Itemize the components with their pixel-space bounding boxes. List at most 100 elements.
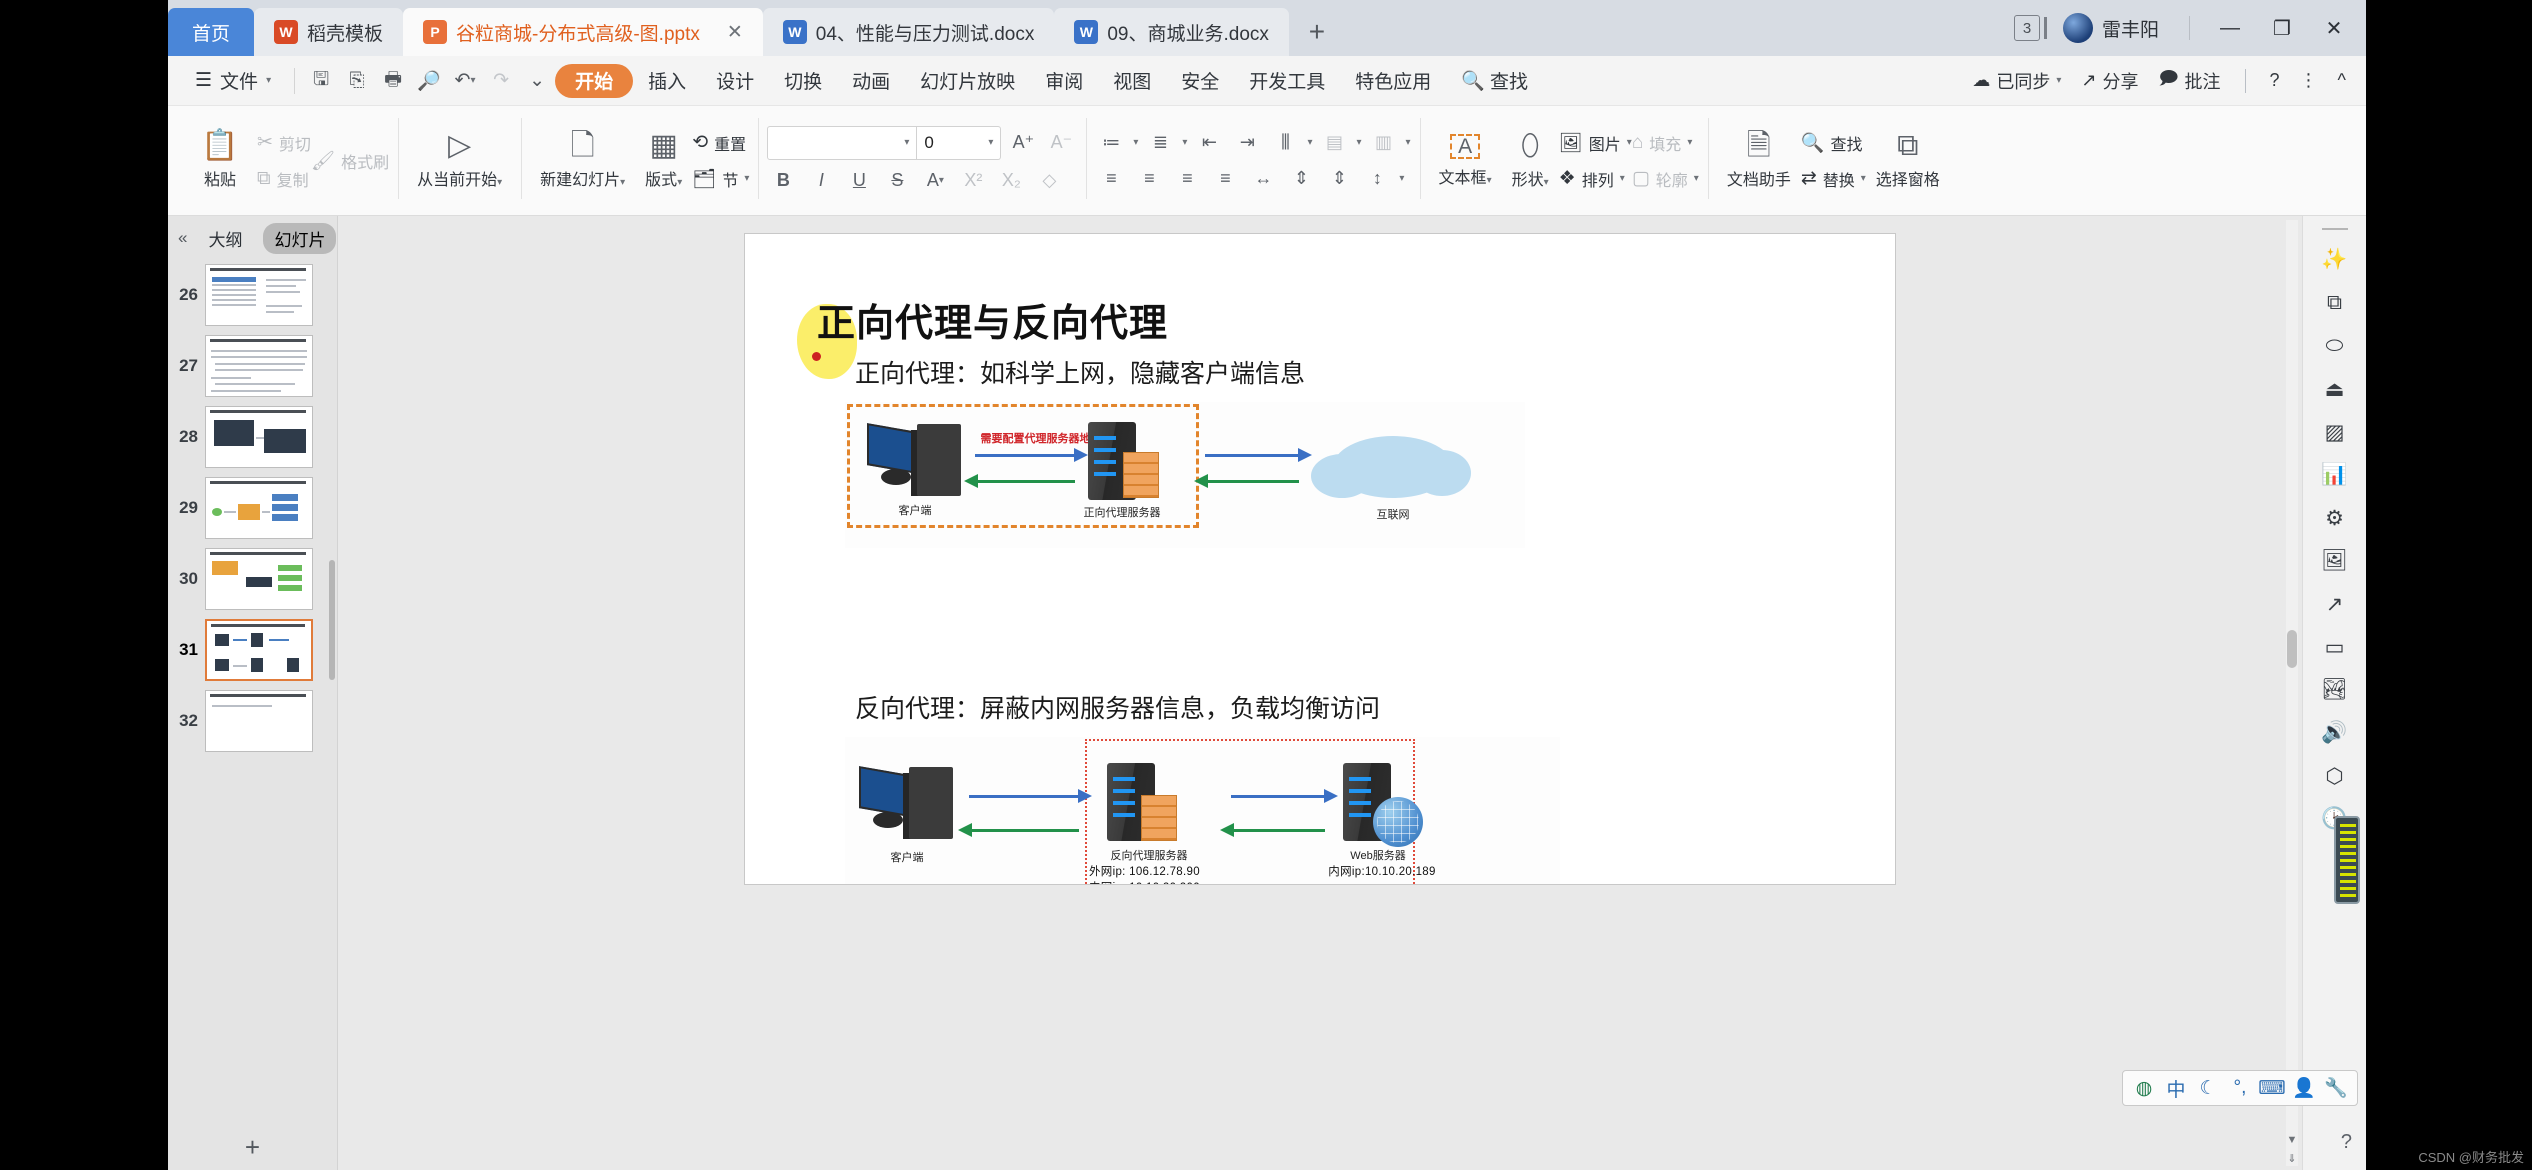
grow-font-icon[interactable]: A⁺	[1007, 128, 1039, 158]
font-size-select[interactable]: 0 ▾	[917, 125, 1002, 160]
file-menu-button[interactable]: ☰ 文件 ▾	[180, 64, 286, 98]
thumbnail-scrollbar[interactable]	[329, 560, 335, 680]
user-icon[interactable]: 👤	[2289, 1073, 2319, 1103]
box-icon[interactable]: ▭	[2315, 630, 2355, 664]
chevron-down-icon[interactable]: ▾	[1406, 137, 1411, 148]
tab-docer-template[interactable]: W 稻壳模板	[254, 8, 404, 56]
menu-search-button[interactable]: 🔍 查找	[1446, 64, 1543, 98]
replace-button[interactable]: ⇄ 替换 ▾	[1801, 164, 1866, 194]
chart-icon[interactable]: 📊	[2315, 458, 2355, 492]
ime-toolbar[interactable]: ◍ 中 ☾ °, ⌨ 👤 🔧	[2122, 1070, 2358, 1106]
layout-button[interactable]: ▦ 版式▾	[635, 113, 692, 209]
chevron-down-icon[interactable]: ▾	[1399, 173, 1404, 184]
chevron-down-icon[interactable]: ▾	[1307, 137, 1312, 148]
font-family-select[interactable]: ▾	[767, 125, 918, 160]
underline-button[interactable]: U	[843, 166, 875, 196]
shapes-button[interactable]: ⬯ 形状▾	[1502, 113, 1559, 209]
collapse-pane-icon[interactable]: «	[178, 228, 187, 248]
list-item-selected[interactable]: 31	[168, 619, 337, 681]
scroll-next-slide-icon[interactable]: ⇓	[2284, 1150, 2300, 1166]
tab-animation[interactable]: 动画	[837, 64, 905, 98]
new-tab-button[interactable]: +	[1289, 8, 1345, 56]
paste-button[interactable]: 📋 粘贴	[183, 113, 257, 209]
print-preview-icon[interactable]: 🔎	[411, 63, 447, 99]
reset-button[interactable]: ⟲ 重置	[692, 128, 749, 158]
strikethrough-button[interactable]: S	[881, 166, 913, 196]
increase-indent-button[interactable]: ⇥	[1231, 128, 1263, 158]
doc-assistant-button[interactable]: 🗎 文档助手	[1717, 113, 1801, 209]
add-slide-button[interactable]: +	[168, 1124, 337, 1170]
customize-quick-access-icon[interactable]: ⌄	[519, 63, 555, 99]
align-center-button[interactable]: ≡	[1133, 164, 1165, 194]
close-icon[interactable]: ✕	[727, 21, 743, 44]
settings-sliders-icon[interactable]: ⚙	[2315, 501, 2355, 535]
more-options-icon[interactable]: ⋮	[2290, 70, 2328, 91]
badge-icon[interactable]: ⬡	[2315, 759, 2355, 793]
distribute-button[interactable]: ↔	[1247, 164, 1279, 194]
tab-developer-tools[interactable]: 开发工具	[1234, 64, 1340, 98]
numbering-button[interactable]: ≣	[1144, 128, 1176, 158]
maximize-button[interactable]: ❐	[2256, 0, 2308, 56]
help-icon[interactable]: ?	[2341, 1131, 2352, 1154]
save-icon[interactable]: 🖫	[303, 63, 339, 99]
arrange-button[interactable]: ❖ 排列 ▾	[1559, 164, 1632, 194]
cloud-sync-button[interactable]: ☁ 已同步 ▾	[1962, 68, 2071, 94]
tab-featured-apps[interactable]: 特色应用	[1340, 64, 1446, 98]
picture-button[interactable]: 🖼 图片 ▾	[1559, 128, 1632, 158]
chevron-down-icon[interactable]: ▾	[1133, 137, 1138, 148]
find-button[interactable]: 🔍 查找	[1801, 128, 1866, 158]
canvas-scrollbar-vertical[interactable]	[2286, 220, 2298, 1166]
share-button[interactable]: ↗ 分享	[2071, 68, 2148, 94]
comment-button[interactable]: 🗩 批注	[2149, 66, 2231, 96]
keyboard-icon[interactable]: ⌨	[2257, 1073, 2287, 1103]
tab-home[interactable]: 首页	[168, 8, 254, 56]
animation-pane-icon[interactable]: ✨	[2315, 243, 2355, 277]
text-direction-button[interactable]: ⦀	[1269, 128, 1301, 158]
scrollbar-thumb[interactable]	[2287, 630, 2297, 668]
tab-pptx-active[interactable]: P 谷粒商城-分布式高级-图.pptx ✕	[403, 8, 763, 56]
tab-review[interactable]: 审阅	[1030, 64, 1098, 98]
window-close-button[interactable]: ✕	[2308, 0, 2360, 56]
slide-canvas[interactable]: 正向代理与反向代理 正向代理：如科学上网，隐藏客户端信息 客户端 需要配置代理服…	[745, 234, 1895, 884]
image-library-icon[interactable]: 🖼	[2315, 544, 2355, 578]
align-left-button[interactable]: ≡	[1095, 164, 1127, 194]
section-button[interactable]: 🗂 节 ▾	[692, 164, 749, 194]
slide-thumbnail[interactable]	[205, 548, 313, 610]
print-icon[interactable]: 🖶	[375, 63, 411, 99]
chevron-down-icon[interactable]: ▾	[1182, 137, 1187, 148]
undo-icon[interactable]: ↶ ▾	[447, 63, 483, 99]
tab-design[interactable]: 设计	[701, 64, 769, 98]
picture-icon[interactable]: 🏞	[2315, 673, 2355, 707]
tab-outline[interactable]: 大纲	[197, 223, 253, 254]
sogou-icon[interactable]: ◍	[2129, 1073, 2159, 1103]
list-item[interactable]: 26	[168, 264, 337, 326]
bullets-button[interactable]: ≔	[1095, 128, 1127, 158]
smart-layout-icon[interactable]: ⏏	[2315, 372, 2355, 406]
slide-thumbnail[interactable]	[205, 477, 313, 539]
grid-layout-icon[interactable]: ▨	[2315, 415, 2355, 449]
avatar[interactable]	[2062, 13, 2093, 43]
bold-button[interactable]: B	[767, 166, 799, 196]
slide-thumbnail[interactable]	[205, 690, 313, 752]
list-item[interactable]: 27	[168, 335, 337, 397]
tab-docx-09[interactable]: W 09、商城业务.docx	[1054, 8, 1289, 56]
slide-thumbnail[interactable]	[205, 264, 313, 326]
tab-insert[interactable]: 插入	[633, 64, 701, 98]
tab-start[interactable]: 开始	[555, 63, 634, 98]
line-spacing-button[interactable]: ↕	[1361, 164, 1393, 194]
tab-view[interactable]: 视图	[1098, 64, 1166, 98]
minimize-button[interactable]: —	[2204, 0, 2256, 56]
transition-icon[interactable]: ⧉	[2315, 286, 2355, 320]
tab-transition[interactable]: 切换	[769, 64, 837, 98]
slide-thumbnail[interactable]	[205, 406, 313, 468]
ime-mode-icon[interactable]: 中	[2161, 1073, 2191, 1103]
tab-slides[interactable]: 幻灯片	[263, 222, 337, 254]
list-item[interactable]: 32	[168, 690, 337, 752]
slide-thumbnail[interactable]	[205, 335, 313, 397]
line-spacing-down-button[interactable]: ⇕	[1323, 164, 1355, 194]
scroll-down-icon[interactable]: ▼	[2284, 1132, 2300, 1148]
decrease-indent-button[interactable]: ⇤	[1193, 128, 1225, 158]
font-color-button[interactable]: A ▾	[919, 166, 951, 196]
punctuation-icon[interactable]: °,	[2225, 1073, 2255, 1103]
slide-thumbnail-selected[interactable]	[205, 619, 313, 681]
